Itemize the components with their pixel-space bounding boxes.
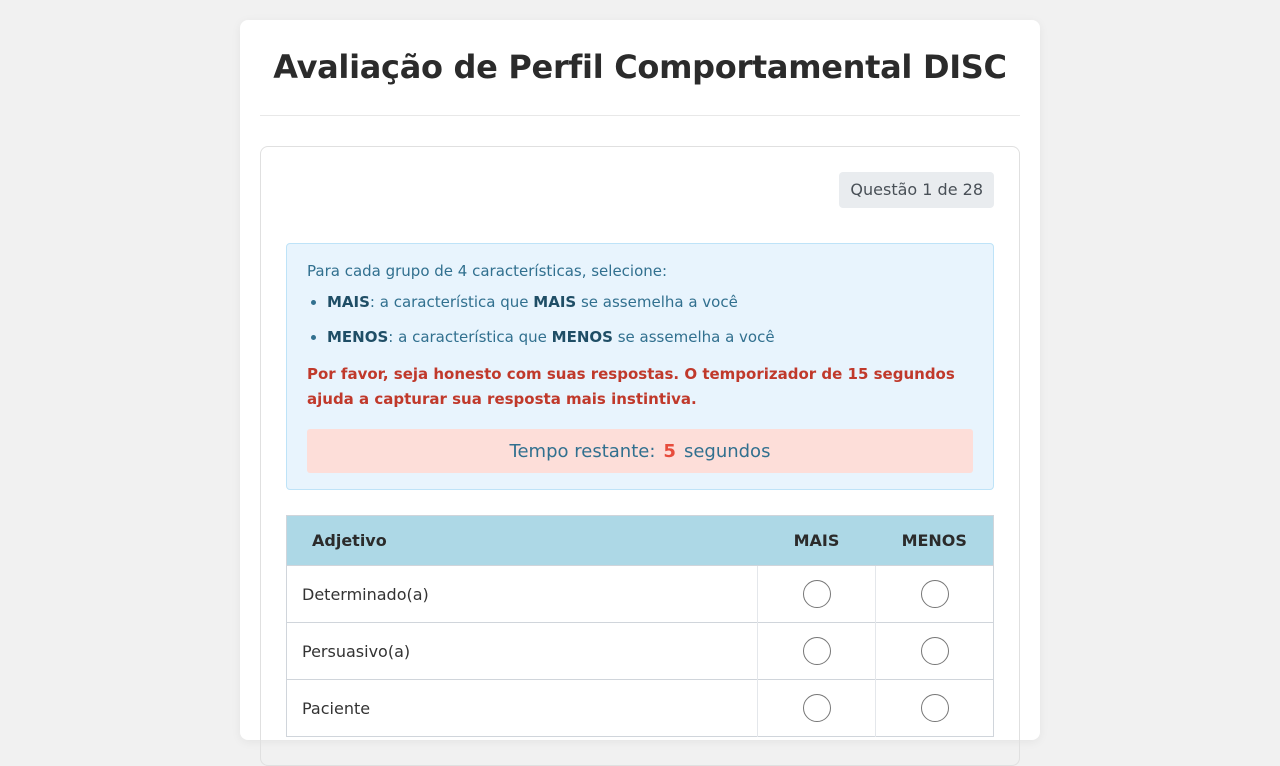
- mais-radio[interactable]: [802, 580, 831, 608]
- table-row: Paciente: [286, 679, 994, 737]
- page-card: Avaliação de Perfil Comportamental DISC …: [240, 20, 1040, 766]
- menos-emph: MENOS: [551, 328, 613, 346]
- adjective-label: Determinado(a): [286, 565, 758, 623]
- mais-emph: MAIS: [533, 293, 577, 311]
- honesty-warning: Por favor, seja honesto com suas respost…: [307, 365, 955, 408]
- mais-radio[interactable]: [802, 694, 831, 722]
- mais-post: se assemelha a você: [576, 293, 738, 311]
- adjective-table: Adjetivo MAIS MENOS Determinado(a) Persu…: [286, 515, 994, 737]
- timer-label: Tempo restante:: [509, 440, 656, 462]
- adjective-label: Paciente: [286, 679, 758, 737]
- mais-key: MAIS: [327, 293, 370, 311]
- menos-key: MENOS: [327, 328, 389, 346]
- question-counter: Questão 1 de 28: [839, 172, 994, 208]
- table-row: Persuasivo(a): [286, 622, 994, 680]
- instructions-intro: Para cada grupo de 4 características, se…: [307, 262, 668, 280]
- timer-bar: Tempo restante: 5 segundos: [307, 429, 973, 473]
- menos-pre: : a característica que: [388, 328, 552, 346]
- header-mais: MAIS: [757, 515, 876, 566]
- instructions-box: Para cada grupo de 4 características, se…: [286, 243, 994, 490]
- table-row: Determinado(a): [286, 565, 994, 623]
- header-menos: MENOS: [875, 515, 994, 566]
- mais-radio[interactable]: [802, 637, 831, 665]
- timer-value: 5: [663, 440, 676, 462]
- question-card: Questão 1 de 28 Para cada grupo de 4 car…: [260, 146, 1020, 766]
- instructions-list: MAIS: a característica que MAIS se assem…: [327, 292, 973, 347]
- mais-pre: : a característica que: [369, 293, 534, 311]
- instruction-menos: MENOS: a característica que MENOS se ass…: [327, 327, 973, 347]
- timer-unit: segundos: [683, 440, 771, 462]
- page-title: Avaliação de Perfil Comportamental DISC: [260, 20, 1020, 116]
- adjective-label: Persuasivo(a): [286, 622, 758, 680]
- menos-radio[interactable]: [920, 637, 949, 665]
- menos-radio[interactable]: [920, 694, 949, 722]
- menos-post: se assemelha a você: [612, 328, 775, 346]
- menos-radio[interactable]: [920, 580, 949, 608]
- header-adjective: Adjetivo: [286, 515, 758, 566]
- instruction-mais: MAIS: a característica que MAIS se assem…: [327, 292, 973, 312]
